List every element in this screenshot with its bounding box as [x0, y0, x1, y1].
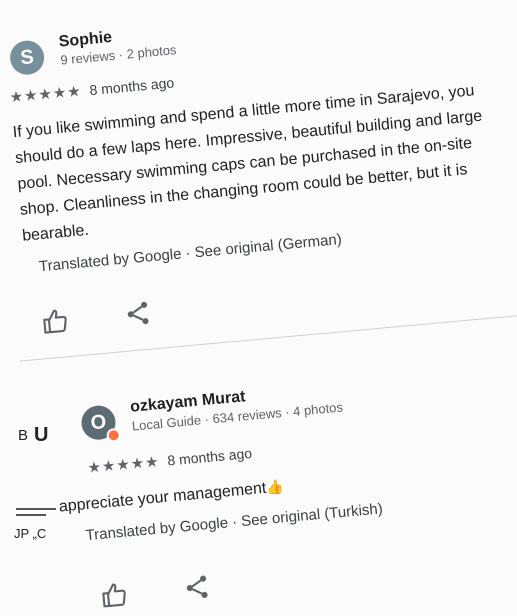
review-text-body: appreciate your management: [58, 479, 268, 516]
review-date: 8 months ago: [166, 444, 253, 469]
reviews-list: S Sophie 9 reviews · 2 photos ★★★★★ 8 mon…: [0, 0, 517, 616]
review-text: If you like swimming and spend a little …: [12, 82, 483, 245]
rating-row: ★★★★★ 8 months ago: [87, 444, 253, 477]
thumbs-up-emoji-icon: 👍: [265, 478, 285, 496]
review-date: 8 months ago: [88, 74, 175, 99]
review-actions: [100, 568, 262, 610]
avatar[interactable]: S: [8, 39, 46, 77]
reviews-screen: B U JP „C S Sophie 9 reviews · 2 photos …: [0, 0, 517, 616]
star-rating: ★★★★★: [86, 453, 161, 477]
thumbs-up-outline-icon[interactable]: [41, 306, 71, 336]
review-card: O ozkayam Murat Local Guide · 634 review…: [23, 353, 517, 608]
rating-row: ★★★★★ 8 months ago: [9, 73, 175, 106]
share-icon[interactable]: [123, 298, 153, 328]
star-rating: ★★★★★: [8, 82, 83, 107]
review-card: S Sophie 9 reviews · 2 photos ★★★★★ 8 mon…: [0, 0, 508, 334]
review-actions: [41, 294, 203, 336]
local-guide-badge-icon: [106, 427, 122, 443]
thumbs-up-outline-icon[interactable]: [100, 580, 130, 610]
share-icon[interactable]: [182, 572, 212, 602]
